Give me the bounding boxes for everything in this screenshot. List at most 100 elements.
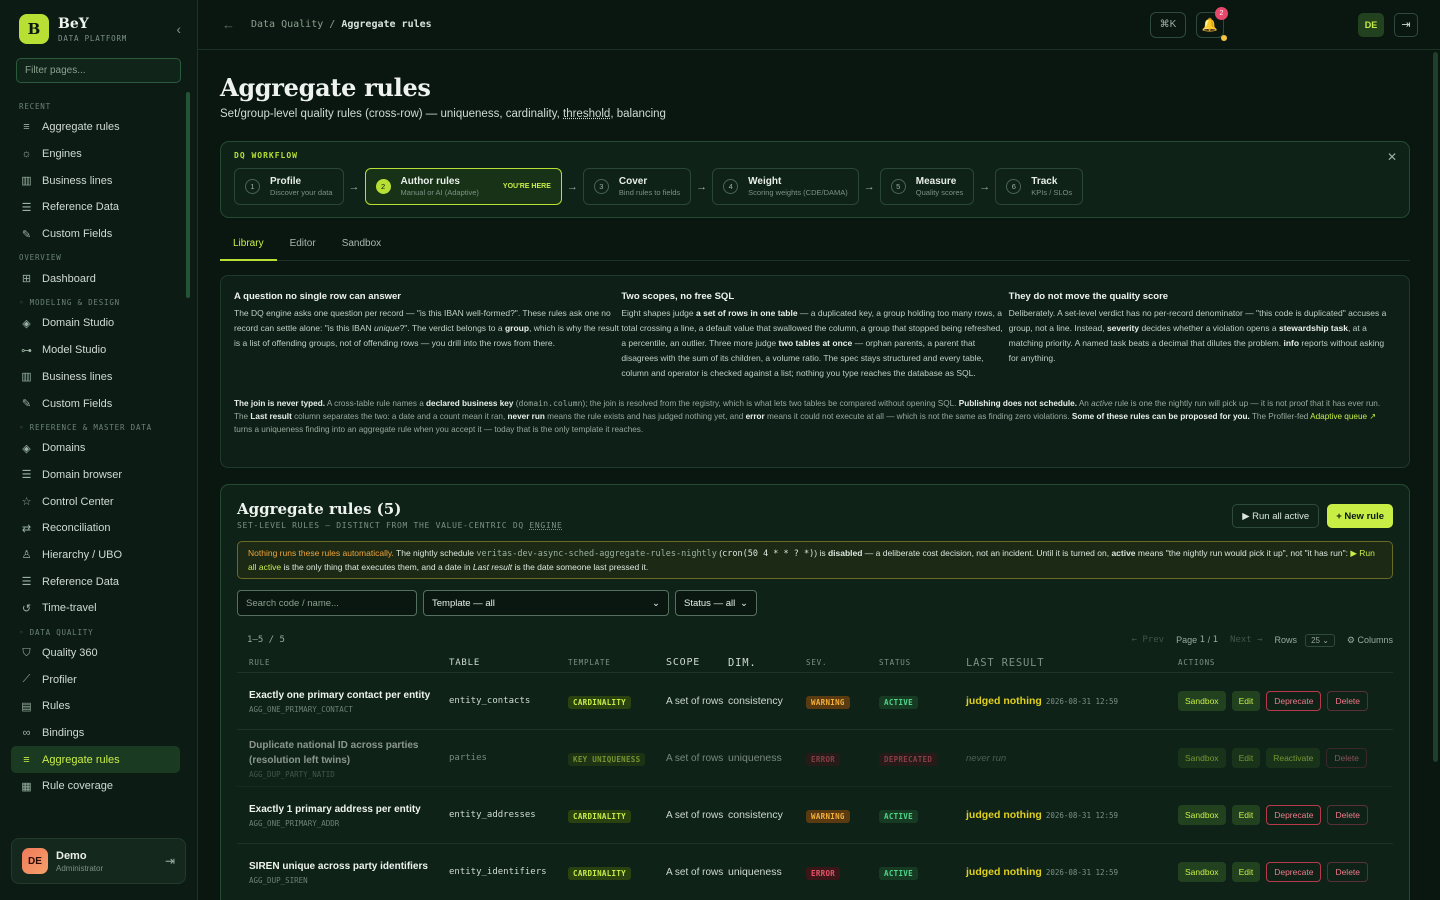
sidebar-item-domains[interactable]: ◈ Domains xyxy=(11,435,180,462)
sidebar-item-reference-data[interactable]: ☰ Reference Data xyxy=(11,568,180,595)
topbar: ← Data Quality / Aggregate rules ⌘K 🔔 2 … xyxy=(198,0,1440,50)
sidebar-item-rule-coverage[interactable]: ▦ Rule coverage xyxy=(11,773,180,800)
rule-scope: A set of rows xyxy=(666,866,724,878)
sidebar-item-label: Dashboard xyxy=(42,272,96,285)
reactivate-button[interactable]: Reactivate xyxy=(1266,748,1321,768)
threshold-term[interactable]: threshold xyxy=(563,108,610,120)
status-filter-select[interactable]: Status — all ⌄ xyxy=(675,590,757,616)
sandbox-button[interactable]: Sandbox xyxy=(1178,805,1226,825)
sandbox-button[interactable]: Sandbox xyxy=(1178,691,1226,711)
sidebar-item-hierarchy-ubo[interactable]: ♙ Hierarchy / UBO xyxy=(11,542,180,569)
sidebar-item-label: Rule coverage xyxy=(42,780,113,793)
close-icon[interactable]: ✕ xyxy=(1387,150,1397,164)
edit-button[interactable]: Edit xyxy=(1231,691,1261,711)
sidebar-item-domain-studio[interactable]: ◈ Domain Studio xyxy=(11,310,180,337)
columns-button[interactable]: ⚙ Columns xyxy=(1347,635,1393,646)
filter-pages-input[interactable]: Filter pages... xyxy=(16,58,181,83)
table-row[interactable]: SIREN unique across party identifiers AGG… xyxy=(237,844,1393,900)
logout-icon[interactable]: ⇥ xyxy=(165,854,175,868)
next-page-button[interactable]: Next → xyxy=(1230,635,1263,645)
sidebar-item-reference-data[interactable]: ☰ Reference Data xyxy=(11,194,180,221)
search-input[interactable]: Search code / name... xyxy=(237,590,417,616)
sidebar-item-label: Reconciliation xyxy=(42,522,111,535)
sidebar-item-dashboard[interactable]: ⊞ Dashboard xyxy=(11,265,180,292)
nav-section-title: OVERVIEW xyxy=(19,253,62,263)
user-avatar-button[interactable]: DE xyxy=(1358,12,1384,37)
delete-button[interactable]: Delete xyxy=(1326,748,1367,768)
rows-label: Rows xyxy=(1274,635,1298,645)
run-all-active-button[interactable]: ▶ Run all active xyxy=(1232,504,1320,528)
edit-button[interactable]: Edit xyxy=(1231,862,1261,882)
last-result[interactable]: judged nothing xyxy=(966,866,1042,878)
breadcrumb-current: Aggregate rules xyxy=(341,19,432,30)
adaptive-queue-link[interactable]: Adaptive queue ↗ xyxy=(1310,412,1376,421)
rule-name[interactable]: SIREN unique across party identifiers xyxy=(249,859,449,874)
delete-button[interactable]: Delete xyxy=(1327,862,1369,882)
rule-dimension: consistency xyxy=(728,695,783,707)
main-scrollbar[interactable] xyxy=(1433,52,1438,762)
sidebar-item-engines[interactable]: ☼ Engines xyxy=(11,141,180,168)
sidebar-item-time-travel[interactable]: ↺ Time-travel xyxy=(11,595,180,622)
sidebar-item-business-lines[interactable]: ▥ Business lines xyxy=(11,167,180,194)
sidebar-item-aggregate-rules[interactable]: ≡ Aggregate rules xyxy=(11,114,180,141)
template-filter-select[interactable]: Template — all ⌄ xyxy=(423,590,669,616)
sandbox-button[interactable]: Sandbox xyxy=(1178,862,1226,882)
status-dot xyxy=(1221,34,1227,41)
sidebar-item-model-studio[interactable]: ⊶ Model Studio xyxy=(11,337,180,364)
command-palette-button[interactable]: ⌘K xyxy=(1150,11,1186,38)
delete-button[interactable]: Delete xyxy=(1327,691,1369,711)
delete-button[interactable]: Delete xyxy=(1327,805,1369,825)
tab-library[interactable]: Library xyxy=(220,234,277,261)
tab-editor[interactable]: Editor xyxy=(277,234,329,261)
edit-button[interactable]: Edit xyxy=(1231,748,1261,768)
rule-name[interactable]: Exactly 1 primary address per entity xyxy=(249,802,449,817)
deprecate-button[interactable]: Deprecate xyxy=(1266,805,1322,825)
sidebar-item-label: Custom Fields xyxy=(42,228,113,241)
rows-per-page-select[interactable]: 25 ⌄ xyxy=(1305,633,1335,647)
sidebar-item-profiler[interactable]: ⟋ Profiler xyxy=(11,666,180,693)
table-row[interactable]: Exactly one primary contact per entity AG… xyxy=(237,673,1393,730)
sidebar-item-control-center[interactable]: ☆ Control Center xyxy=(11,488,180,515)
table-row[interactable]: Duplicate national ID across parties (re… xyxy=(237,730,1393,787)
breadcrumb-parent[interactable]: Data Quality xyxy=(251,19,323,30)
sidebar-item-rules[interactable]: ▤ Rules xyxy=(11,693,180,720)
user-card[interactable]: DE Demo Administrator ⇥ xyxy=(11,838,186,884)
sidebar-item-reconciliation[interactable]: ⇄ Reconciliation xyxy=(11,515,180,542)
engine-term[interactable]: ENGINE xyxy=(529,521,562,530)
workflow-step-author-rules[interactable]: 2 Author rules Manual or AI (Adaptive) YOU'… xyxy=(364,168,562,205)
workflow-step-track[interactable]: 6 Track KPIs / SLOs xyxy=(995,168,1084,205)
sidebar-item-custom-fields[interactable]: ✎ Custom Fields xyxy=(11,221,180,248)
last-result[interactable]: judged nothing xyxy=(966,695,1042,707)
collapse-sidebar-icon[interactable]: ‹ xyxy=(176,21,181,37)
brand: B BeY DATA PLATFORM ‹ xyxy=(0,0,197,58)
back-arrow-icon[interactable]: ← xyxy=(222,17,235,32)
sidebar-item-quality-360[interactable]: ⛉ Quality 360 xyxy=(11,640,180,667)
sidebar-item-business-lines[interactable]: ▥ Business lines xyxy=(11,364,180,391)
workflow-step-cover[interactable]: 3 Cover Bind rules to fields xyxy=(582,168,692,205)
workflow-step-weight[interactable]: 4 Weight Scoring weights (CDE/DAMA) xyxy=(712,168,859,205)
last-result[interactable]: judged nothing xyxy=(966,809,1042,821)
sidebar-nav: RECENT ≡ Aggregate rules ☼ Engines ▥ Business … xyxy=(0,96,186,800)
sidebar-item-custom-fields[interactable]: ✎ Custom Fields xyxy=(11,390,180,417)
sandbox-button[interactable]: Sandbox xyxy=(1178,748,1226,768)
sidebar-item-bindings[interactable]: ∞ Bindings xyxy=(11,720,180,747)
sidebar-item-label: Control Center xyxy=(42,495,114,508)
sidebar-item-aggregate-rules[interactable]: ≡ Aggregate rules xyxy=(11,746,180,774)
logout-button[interactable]: ⇥ xyxy=(1394,12,1418,37)
edit-button[interactable]: Edit xyxy=(1231,805,1261,825)
workflow-step-measure[interactable]: 5 Measure Quality scores xyxy=(879,168,975,205)
deprecate-button[interactable]: Deprecate xyxy=(1266,862,1322,882)
notifications-button[interactable]: 🔔 2 xyxy=(1196,6,1228,41)
workflow-step-profile[interactable]: 1 Profile Discover your data xyxy=(234,168,344,205)
table-row[interactable]: Exactly 1 primary address per entity AGG_… xyxy=(237,787,1393,844)
tab-sandbox[interactable]: Sandbox xyxy=(329,234,394,261)
filter-icon: ≡ xyxy=(23,121,30,134)
rule-name[interactable]: Duplicate national ID across parties (re… xyxy=(249,738,449,768)
deprecate-button[interactable]: Deprecate xyxy=(1266,691,1322,711)
new-rule-button[interactable]: + New rule xyxy=(1327,504,1393,528)
step-description: KPIs / SLOs xyxy=(1031,188,1073,197)
rule-name[interactable]: Exactly one primary contact per entity xyxy=(249,688,449,703)
prev-page-button[interactable]: ← Prev xyxy=(1132,635,1165,645)
sidebar-scrollbar[interactable] xyxy=(186,92,190,298)
sidebar-item-domain-browser[interactable]: ☰ Domain browser xyxy=(11,462,180,489)
